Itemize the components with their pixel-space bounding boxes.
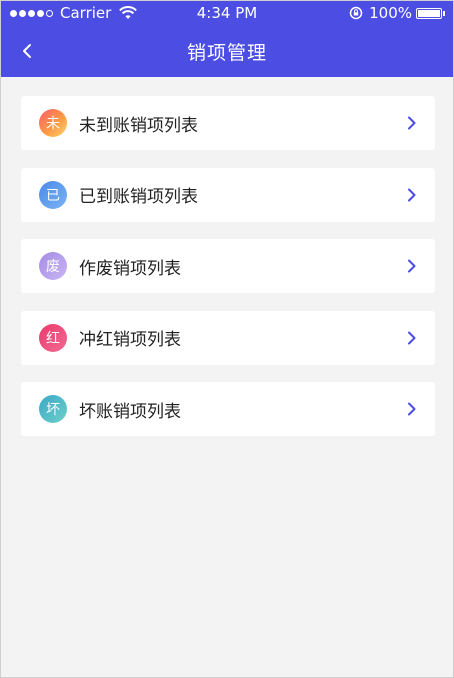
page-title: 销项管理 xyxy=(186,41,267,64)
list-item-label: 作废销项列表 xyxy=(79,258,181,279)
list-item-label: 已到账销项列表 xyxy=(79,187,198,207)
chevron-right-icon xyxy=(408,331,416,344)
red-reversal-icon: 红 xyxy=(39,323,67,352)
list-item-unreceived[interactable]: 未 未到账销项列表 xyxy=(21,96,435,150)
battery-icon xyxy=(416,7,445,19)
list-item-bad-debt[interactable]: 坏 坏账销项列表 xyxy=(21,382,435,436)
chevron-right-icon xyxy=(408,116,416,130)
list-item-label: 冲红销项列表 xyxy=(79,330,181,350)
list-item-label: 坏账销项列表 xyxy=(79,401,181,422)
chevron-right-icon xyxy=(408,259,416,273)
chevron-left-icon xyxy=(23,44,31,58)
list-item-received[interactable]: 已 已到账销项列表 xyxy=(21,167,435,222)
voided-icon: 废 xyxy=(39,252,67,280)
list-item-red-reversal[interactable]: 红 冲红销项列表 xyxy=(21,310,435,365)
bad-debt-icon: 坏 xyxy=(39,395,67,423)
list-item-voided[interactable]: 废 作废销项列表 xyxy=(21,239,435,293)
received-icon: 已 xyxy=(39,180,67,209)
status-bar: Carrier 4:34 PM 100% xyxy=(1,1,453,25)
header: Carrier 4:34 PM 100% 销项管理 xyxy=(1,1,453,77)
list-item-label: 未到账销项列表 xyxy=(79,115,198,136)
chevron-right-icon xyxy=(408,402,416,416)
nav-bar: 销项管理 xyxy=(1,25,453,77)
status-right: 100% xyxy=(349,4,445,22)
unreceived-icon: 未 xyxy=(39,109,67,137)
battery-percent: 100% xyxy=(369,4,412,22)
app-frame: Carrier 4:34 PM 100% 销项管理 未 未到账销项列表 已 已到… xyxy=(0,0,454,678)
menu-list: 未 未到账销项列表 已 已到账销项列表 废 作废销项列表 红 冲红销项列表 坏 … xyxy=(21,96,435,454)
chevron-right-icon xyxy=(408,188,416,201)
rotation-lock-icon xyxy=(349,6,363,20)
back-button[interactable] xyxy=(15,39,39,63)
